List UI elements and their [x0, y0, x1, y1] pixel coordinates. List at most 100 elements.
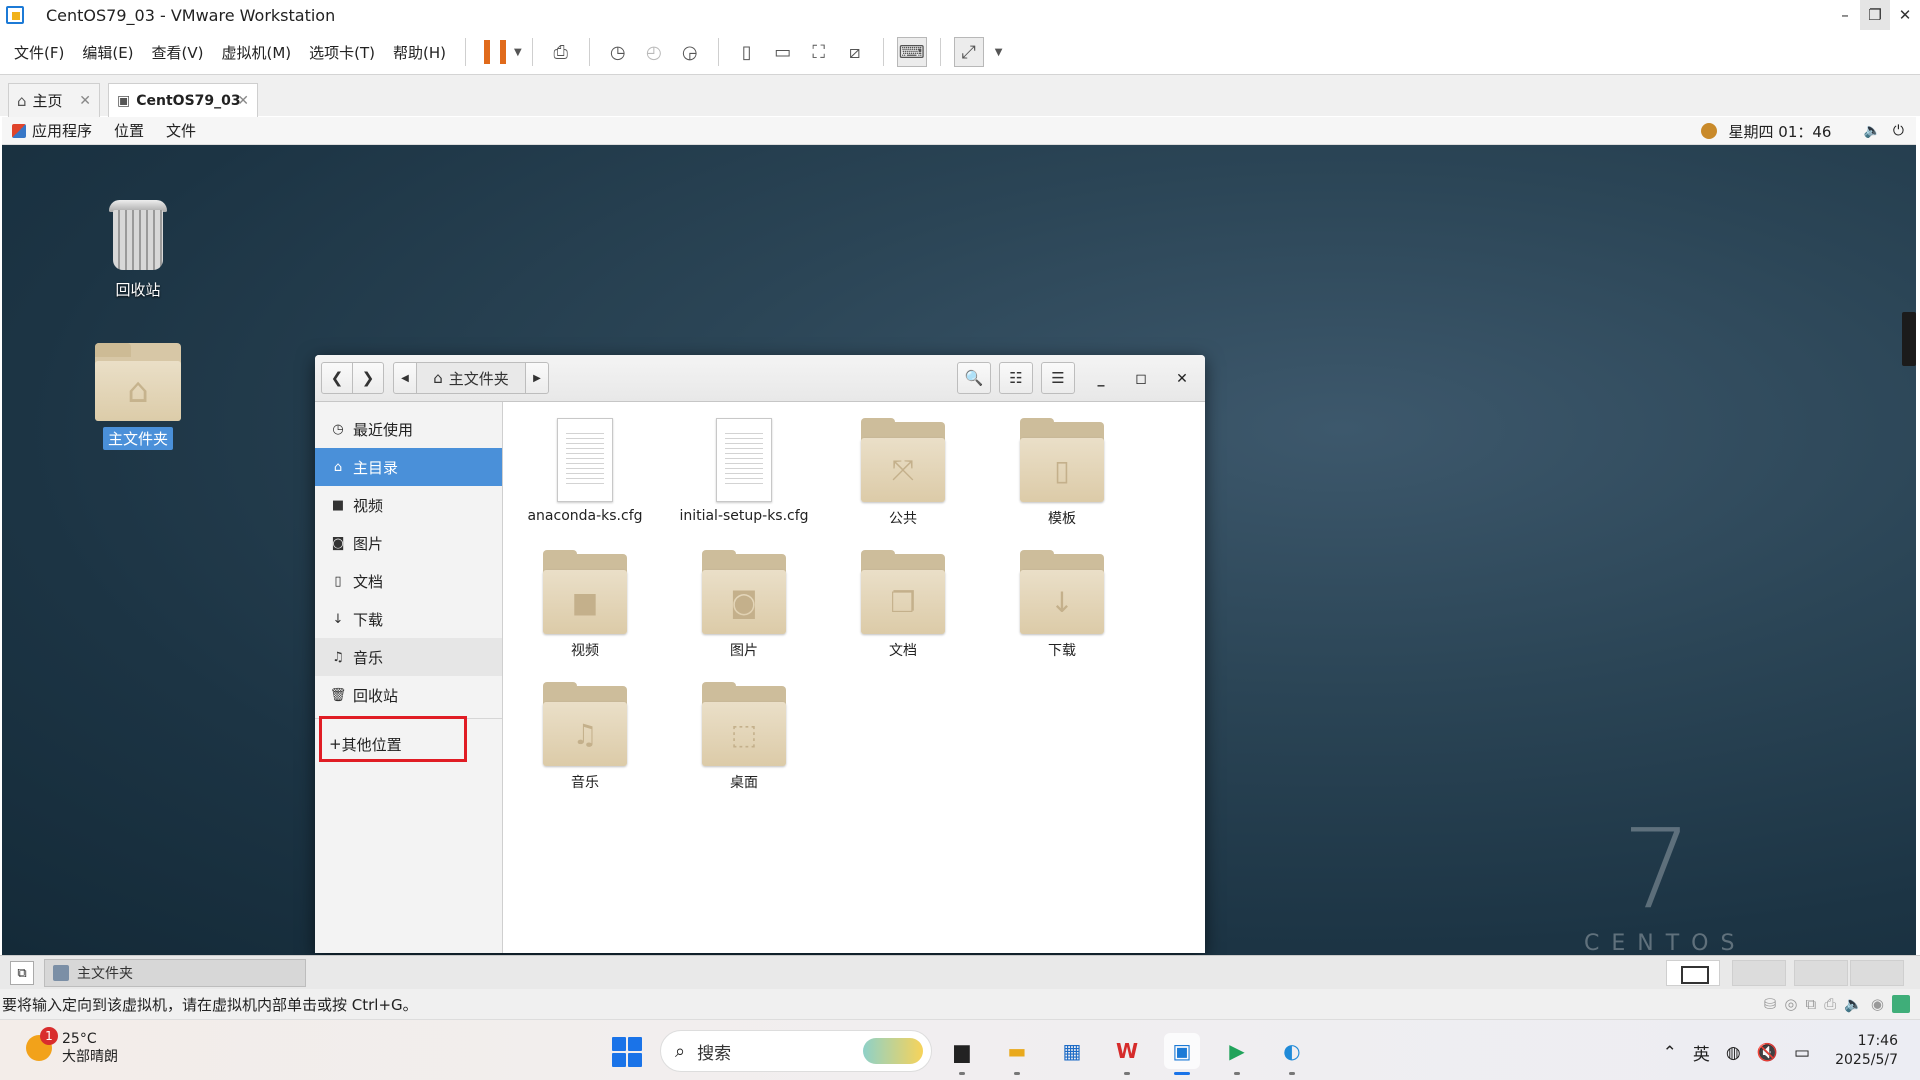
menu-edit[interactable]: 编辑(E) — [73, 42, 142, 63]
folder-item[interactable]: ❐ 文档 — [828, 550, 978, 660]
gnome-clock[interactable]: 星期四 01：46 — [1729, 121, 1832, 142]
sidebar-item-recent[interactable]: ◷ 最近使用 — [315, 410, 502, 448]
sidebar-item-trash[interactable]: 🗑 回收站 — [315, 676, 502, 714]
sidebar-item-videos[interactable]: ■ 视频 — [315, 486, 502, 524]
send-ctrl-alt-del-icon[interactable]: ⎙ — [546, 37, 576, 67]
volume-mute-icon[interactable]: 🔇 — [1757, 1043, 1778, 1063]
menu-button[interactable]: ☰ — [1041, 362, 1075, 394]
workspace-4[interactable] — [1850, 960, 1904, 986]
window-list-item[interactable]: 主文件夹 — [44, 959, 306, 987]
folder-item[interactable]: ↓ 下载 — [987, 550, 1137, 660]
menu-file[interactable]: 文件(F) — [0, 42, 73, 63]
fullscreen-icon[interactable]: ⛶ — [804, 37, 834, 67]
sidebar-item-documents[interactable]: ▯ 文档 — [315, 562, 502, 600]
file-item[interactable]: initial-setup-ks.cfg — [669, 418, 819, 524]
pause-dropdown-icon[interactable]: ▼ — [514, 47, 522, 58]
applications-menu[interactable]: 应用程序 — [32, 120, 92, 141]
usb-icon[interactable]: ◉ — [1871, 995, 1884, 1013]
folder-item[interactable]: ◙ 图片 — [669, 550, 819, 660]
file-item[interactable]: anaconda-ks.cfg — [510, 418, 660, 524]
weather-widget[interactable]: 1 25°C 大部晴朗 — [26, 1027, 118, 1066]
revert-snapshot-icon[interactable]: ◴ — [639, 37, 669, 67]
desktop-home-folder[interactable]: ⌂ 主文件夹 — [83, 343, 193, 450]
workspace-2[interactable] — [1732, 960, 1786, 986]
desktop-trash[interactable]: 回收站 — [83, 200, 193, 301]
file-label: 模板 — [1048, 511, 1076, 527]
folder-item[interactable]: ♫ 音乐 — [510, 682, 660, 792]
ime-indicator[interactable]: 英 — [1693, 1040, 1710, 1065]
path-home-button[interactable]: ⌂ 主文件夹 — [416, 362, 526, 394]
console-view-icon[interactable]: ⌨ — [896, 37, 927, 67]
sidebar-item-downloads[interactable]: ↓ 下载 — [315, 600, 502, 638]
tab-close-icon[interactable]: ✕ — [79, 93, 91, 109]
message-icon[interactable] — [1892, 995, 1910, 1013]
minimize-icon[interactable]: – — [1830, 0, 1860, 30]
text-file-icon — [557, 418, 613, 502]
places-menu[interactable]: 位置 — [114, 120, 144, 141]
forward-button[interactable]: ❯ — [352, 362, 384, 394]
path-scroll-left[interactable]: ◀ — [393, 362, 417, 394]
battery-icon[interactable]: ▭ — [1794, 1043, 1810, 1063]
menu-help[interactable]: 帮助(H) — [384, 42, 455, 63]
desktop-home-label: 主文件夹 — [102, 427, 173, 450]
sidebar-item-home[interactable]: ⌂ 主目录 — [315, 448, 502, 486]
chevron-up-icon[interactable]: ⌃ — [1663, 1043, 1677, 1063]
folder-item[interactable]: ⤧ 公共 — [828, 418, 978, 528]
unity-icon[interactable]: ⧄ — [840, 37, 870, 67]
back-button[interactable]: ❮ — [321, 362, 353, 394]
workspace-3[interactable] — [1794, 960, 1848, 986]
globe-icon[interactable]: ◍ — [1726, 1043, 1741, 1063]
pause-icon[interactable] — [484, 40, 507, 64]
thumbnail-icon[interactable]: ▭ — [768, 37, 798, 67]
stretch-dropdown-icon[interactable]: ▼ — [995, 47, 1003, 58]
sidebar-item-pictures[interactable]: ◙ 图片 — [315, 524, 502, 562]
media-player-icon[interactable]: ▶ — [1219, 1033, 1255, 1075]
task-view-icon[interactable]: ▆ — [944, 1033, 980, 1075]
search-button[interactable]: 🔍 — [957, 362, 991, 394]
sidebar-item-music[interactable]: ♫ 音乐 — [315, 638, 502, 676]
network-icon[interactable]: ⧉ — [1805, 995, 1816, 1013]
wps-icon[interactable]: W — [1109, 1033, 1145, 1075]
maximize-icon[interactable]: ◻ — [1129, 367, 1153, 391]
volume-icon[interactable]: 🔈 — [1863, 123, 1880, 139]
folder-item[interactable]: ■ 视频 — [510, 550, 660, 660]
printer-icon[interactable]: ⎙ — [1824, 995, 1836, 1013]
user-avatar[interactable] — [1700, 123, 1717, 139]
edge-icon[interactable]: ◐ — [1274, 1033, 1310, 1075]
clock-time: 17:46 — [1857, 1033, 1898, 1049]
taskbar-search[interactable]: ⌕ 搜索 — [660, 1030, 932, 1072]
menu-view[interactable]: 查看(V) — [143, 42, 213, 63]
close-icon[interactable]: ✕ — [1170, 367, 1194, 391]
path-scroll-right[interactable]: ▶ — [525, 362, 549, 394]
desktop-folder-icon: ⬚ — [702, 682, 786, 766]
store-icon[interactable]: ▦ — [1054, 1033, 1090, 1069]
folder-item[interactable]: ▯ 模板 — [987, 418, 1137, 528]
file-explorer-icon[interactable]: ▬ — [999, 1033, 1035, 1075]
close-icon[interactable]: ✕ — [1890, 0, 1920, 30]
snapshot-manager-icon[interactable]: ◶ — [675, 37, 705, 67]
vmware-taskbar-icon[interactable]: ▣ — [1164, 1033, 1200, 1075]
restore-icon[interactable]: ❐ — [1860, 0, 1890, 30]
tab-vm[interactable]: ▣ CentOS79_03 ✕ — [108, 83, 258, 117]
sound-icon[interactable]: 🔈 — [1844, 995, 1863, 1013]
files-menu[interactable]: 文件 — [166, 120, 196, 141]
show-desktop-icon[interactable]: ⧉ — [10, 961, 34, 985]
hard-disk-icon[interactable]: ⛁ — [1764, 995, 1777, 1013]
menu-tabs[interactable]: 选项卡(T) — [300, 42, 384, 63]
tab-home[interactable]: ⌂ 主页 ✕ — [8, 83, 100, 117]
cd-icon[interactable]: ◎ — [1784, 995, 1797, 1013]
start-icon[interactable] — [612, 1037, 642, 1067]
menu-vm[interactable]: 虚拟机(M) — [213, 42, 301, 63]
stretch-icon[interactable]: ⤢ — [953, 37, 984, 67]
power-icon[interactable]: ⏻ — [1893, 123, 1904, 139]
guest-desktop[interactable]: 回收站 ⌂ 主文件夹 7 CENTOS ❮ ❯ ◀ ⌂ 主文件夹 ▶ 🔍 ☷ ☰… — [2, 145, 1916, 955]
minimize-icon[interactable]: _ — [1089, 367, 1113, 391]
system-clock[interactable]: 17:46 2025/5/7 — [1835, 1032, 1898, 1070]
tab-close-icon[interactable]: ✕ — [237, 93, 249, 109]
view-toggle-button[interactable]: ☷ — [999, 362, 1033, 394]
folder-item[interactable]: ⬚ 桌面 — [669, 682, 819, 792]
side-handle[interactable] — [1902, 312, 1916, 366]
snapshot-icon[interactable]: ◷ — [603, 37, 633, 67]
library-icon[interactable]: ▯ — [732, 37, 762, 67]
workspace-1[interactable] — [1666, 960, 1720, 986]
